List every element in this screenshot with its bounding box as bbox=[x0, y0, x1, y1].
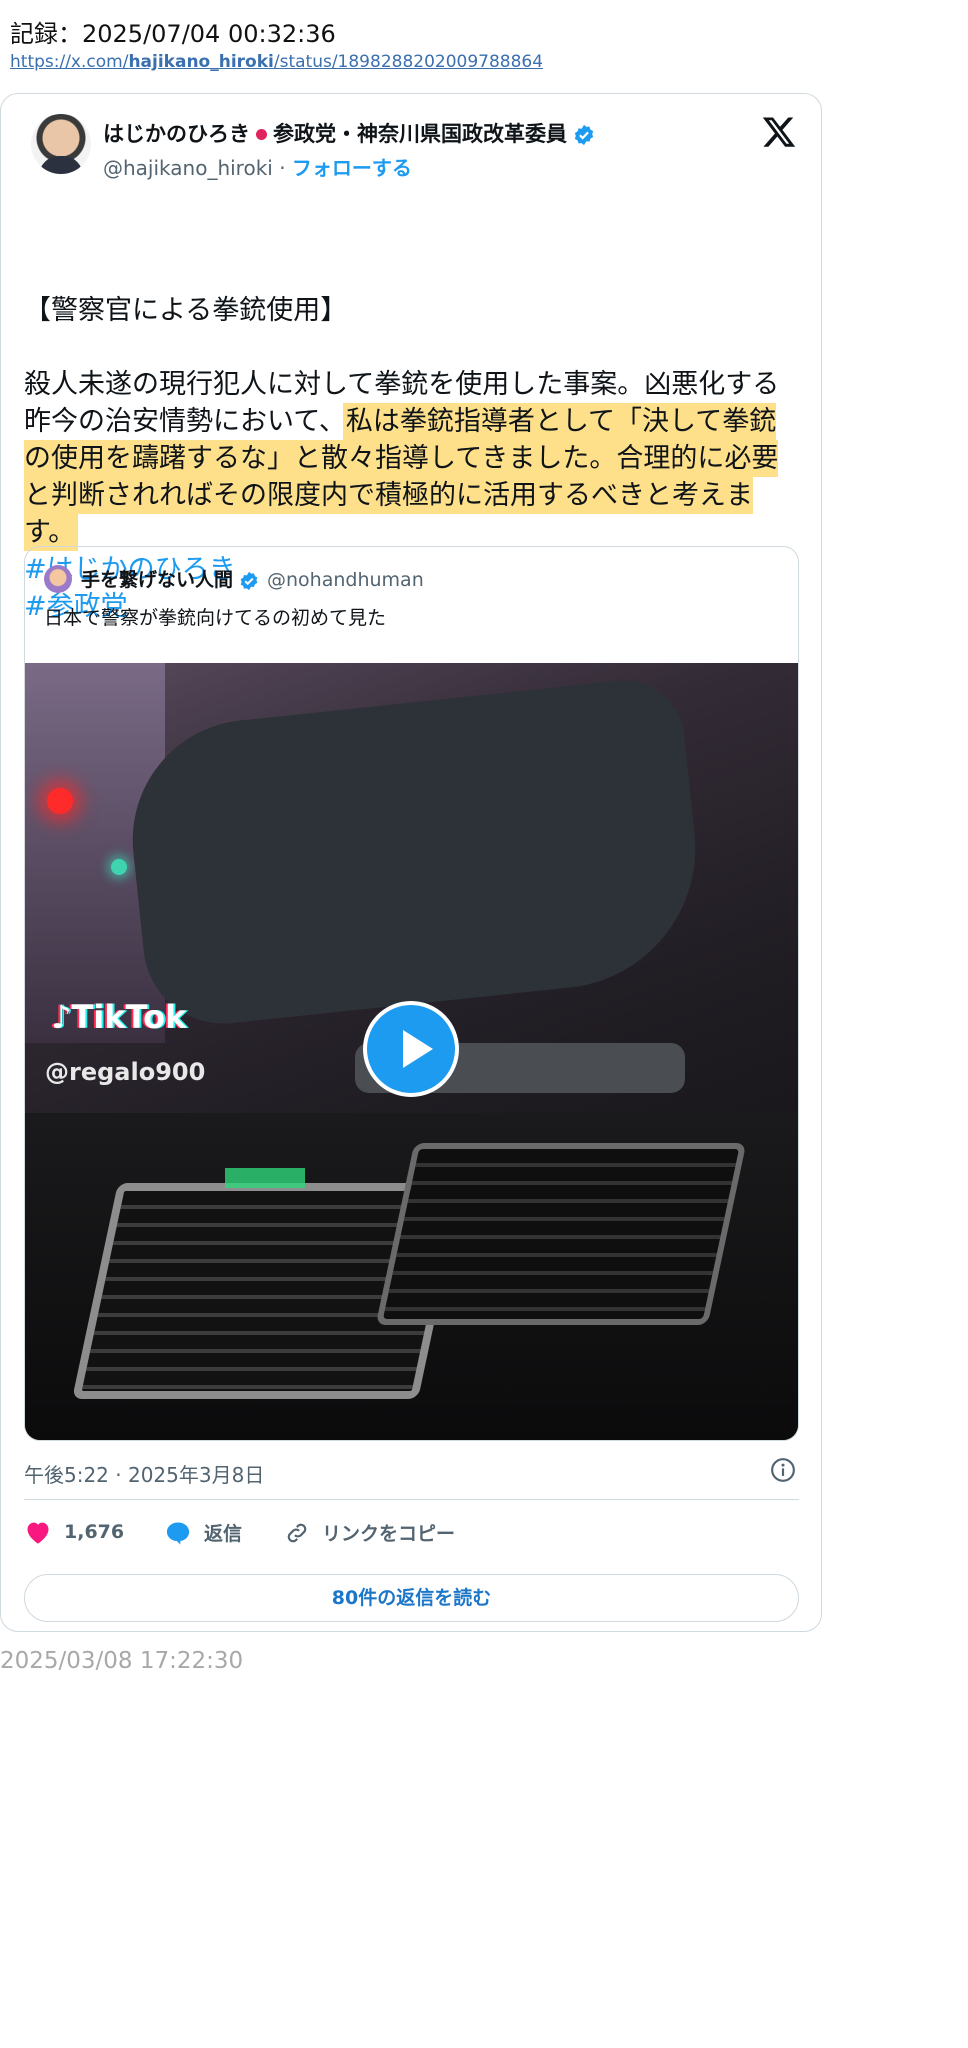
traffic-light-red bbox=[47, 788, 73, 814]
quoted-author-handle: @nohandhuman bbox=[267, 569, 424, 591]
play-button[interactable] bbox=[363, 1001, 459, 1097]
reply-label: 返信 bbox=[204, 1523, 243, 1545]
like-button[interactable]: 1,676 bbox=[24, 1519, 124, 1545]
link-icon bbox=[287, 1523, 307, 1542]
verified-badge-icon bbox=[240, 571, 258, 590]
verified-badge-icon bbox=[574, 124, 594, 146]
quoted-author-row: 手を繋げない人間 @nohandhuman bbox=[81, 565, 424, 592]
x-logo-icon[interactable] bbox=[761, 114, 797, 150]
dashboard-display bbox=[225, 1168, 305, 1188]
like-count: 1,676 bbox=[64, 1521, 125, 1543]
author-name-part2: 参政党・神奈川県国政改革委員 bbox=[273, 122, 567, 146]
officer-figure bbox=[120, 674, 710, 1032]
heart-icon bbox=[27, 1522, 49, 1544]
traffic-light-green bbox=[111, 859, 127, 875]
tiktok-watermark: ♪TikTok bbox=[51, 998, 187, 1036]
japan-flag-icon bbox=[256, 128, 267, 140]
quoted-tweet[interactable]: 手を繋げない人間 @nohandhuman 日本で警察が拳銃向けてるの初めて見た … bbox=[24, 546, 799, 1441]
quoted-author-avatar bbox=[44, 565, 72, 593]
author-avatar[interactable] bbox=[31, 114, 91, 174]
follow-button[interactable]: フォローする bbox=[292, 156, 412, 180]
handle-separator: · bbox=[272, 156, 292, 180]
info-icon[interactable] bbox=[770, 1457, 796, 1483]
tweet-timestamp[interactable]: 午後5:22 · 2025年3月8日 bbox=[24, 1459, 264, 1488]
author-handle[interactable]: @hajikano_hiroki bbox=[103, 156, 273, 180]
posted-datetime: 2025/03/08 17:22:30 bbox=[0, 1648, 244, 1674]
reply-bubble-icon bbox=[166, 1522, 190, 1545]
divider bbox=[24, 1499, 799, 1500]
tweet-title-line: 【警察官による拳銃使用】 bbox=[24, 295, 348, 326]
url-handle: hajikano_hiroki bbox=[128, 52, 274, 72]
tweet-paragraph: 殺人未遂の現行犯人に対して拳銃を使用した事案。凶悪化する昨今の治安情勢において、… bbox=[24, 366, 794, 551]
record-timestamp: 記録：2025/07/04 00:32:36 bbox=[10, 20, 336, 48]
source-url-link[interactable]: https://x.com/hajikano_hiroki/status/189… bbox=[10, 52, 543, 72]
video-thumbnail[interactable]: ♪TikTok @regalo900 bbox=[25, 663, 798, 1440]
tweet-card: はじかのひろき 参政党・神奈川県国政改革委員 @hajikano_hiroki ·… bbox=[0, 93, 822, 1632]
author-name-part1: はじかのひろき bbox=[103, 122, 250, 146]
quoted-author-name: 手を繋げない人間 bbox=[81, 569, 234, 591]
url-prefix: https://x.com/ bbox=[10, 52, 129, 72]
air-vent-right bbox=[375, 1143, 747, 1325]
handle-row: @hajikano_hiroki · フォローする bbox=[103, 152, 412, 181]
read-replies-button[interactable]: 80件の返信を読む bbox=[24, 1574, 799, 1622]
author-name[interactable]: はじかのひろき 参政党・神奈川県国政改革委員 bbox=[103, 118, 595, 148]
copy-link-button[interactable]: リンクをコピー bbox=[284, 1519, 455, 1546]
quoted-tweet-text: 日本で警察が拳銃向けてるの初めて見た bbox=[44, 607, 387, 629]
reply-button[interactable]: 返信 bbox=[164, 1519, 242, 1546]
tiktok-username: @regalo900 bbox=[45, 1058, 206, 1086]
tiktok-note-icon: ♪ bbox=[51, 998, 72, 1036]
url-suffix: /status/1898288202009788864 bbox=[273, 52, 544, 72]
copy-link-label: リンクをコピー bbox=[322, 1523, 456, 1545]
